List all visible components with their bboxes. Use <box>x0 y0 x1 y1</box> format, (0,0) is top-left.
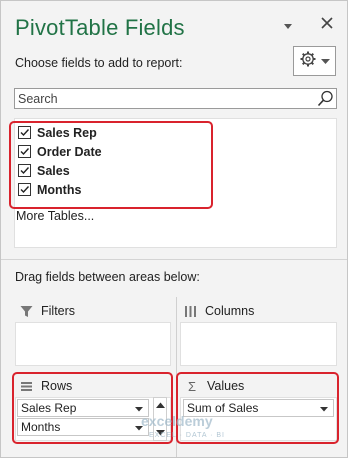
columns-drop-area[interactable] <box>180 322 337 366</box>
watermark-logo: exceldemy <box>141 413 213 429</box>
columns-header: Columns <box>183 301 254 321</box>
field-list: Sales Rep Order Date Sales Months More T… <box>14 118 337 248</box>
rows-icon <box>19 379 33 393</box>
sigma-icon: Σ <box>187 378 197 394</box>
field-label: Months <box>37 182 82 197</box>
field-label: Sales Rep <box>37 125 97 140</box>
filters-header: Filters <box>19 301 75 321</box>
chevron-down-icon[interactable] <box>281 19 295 33</box>
values-header: Σ Values <box>185 376 244 396</box>
rows-label: Rows <box>41 379 73 393</box>
field-label: Order Date <box>37 144 102 159</box>
rows-item-sales-rep[interactable]: Sales Rep <box>17 399 149 417</box>
chevron-down-icon[interactable] <box>133 403 145 413</box>
field-label: Sales <box>37 163 70 178</box>
gear-icon <box>299 50 317 73</box>
scroll-up-icon[interactable] <box>154 398 166 412</box>
chevron-down-icon[interactable] <box>318 403 330 413</box>
rows-item-months[interactable]: Months <box>17 418 149 436</box>
field-checkbox[interactable] <box>18 126 31 139</box>
rows-header: Rows <box>19 376 72 396</box>
field-checkbox[interactable] <box>18 145 31 158</box>
divider <box>1 259 347 260</box>
more-tables-link[interactable]: More Tables... <box>16 209 94 223</box>
drag-fields-label: Drag fields between areas below: <box>15 270 200 284</box>
close-icon[interactable] <box>319 15 335 31</box>
field-item-sales[interactable]: Sales <box>18 161 70 180</box>
field-item-months[interactable]: Months <box>18 180 81 199</box>
search-icon[interactable] <box>317 90 334 107</box>
filter-icon <box>19 304 33 318</box>
filters-drop-area[interactable] <box>15 322 171 366</box>
choose-fields-label: Choose fields to add to report: <box>15 56 183 70</box>
pane-title: PivotTable Fields <box>15 15 185 40</box>
field-checkbox[interactable] <box>18 164 31 177</box>
field-item-order-date[interactable]: Order Date <box>18 142 102 161</box>
tools-button[interactable] <box>293 46 336 76</box>
search-field[interactable] <box>14 88 337 109</box>
filters-label: Filters <box>41 304 76 318</box>
search-input[interactable] <box>15 89 305 108</box>
columns-icon <box>183 304 197 318</box>
field-item-sales-rep[interactable]: Sales Rep <box>18 123 97 142</box>
field-checkbox[interactable] <box>18 183 31 196</box>
watermark-tagline: EXCEL · DATA · BI <box>149 432 225 439</box>
chevron-down-icon <box>321 52 330 70</box>
columns-label: Columns <box>205 304 255 318</box>
rows-item-label: Sales Rep <box>21 401 77 415</box>
values-label: Values <box>207 379 245 393</box>
pivottable-fields-pane: PivotTable Fields Choose fields to add t… <box>0 0 348 458</box>
rows-item-label: Months <box>21 420 61 434</box>
